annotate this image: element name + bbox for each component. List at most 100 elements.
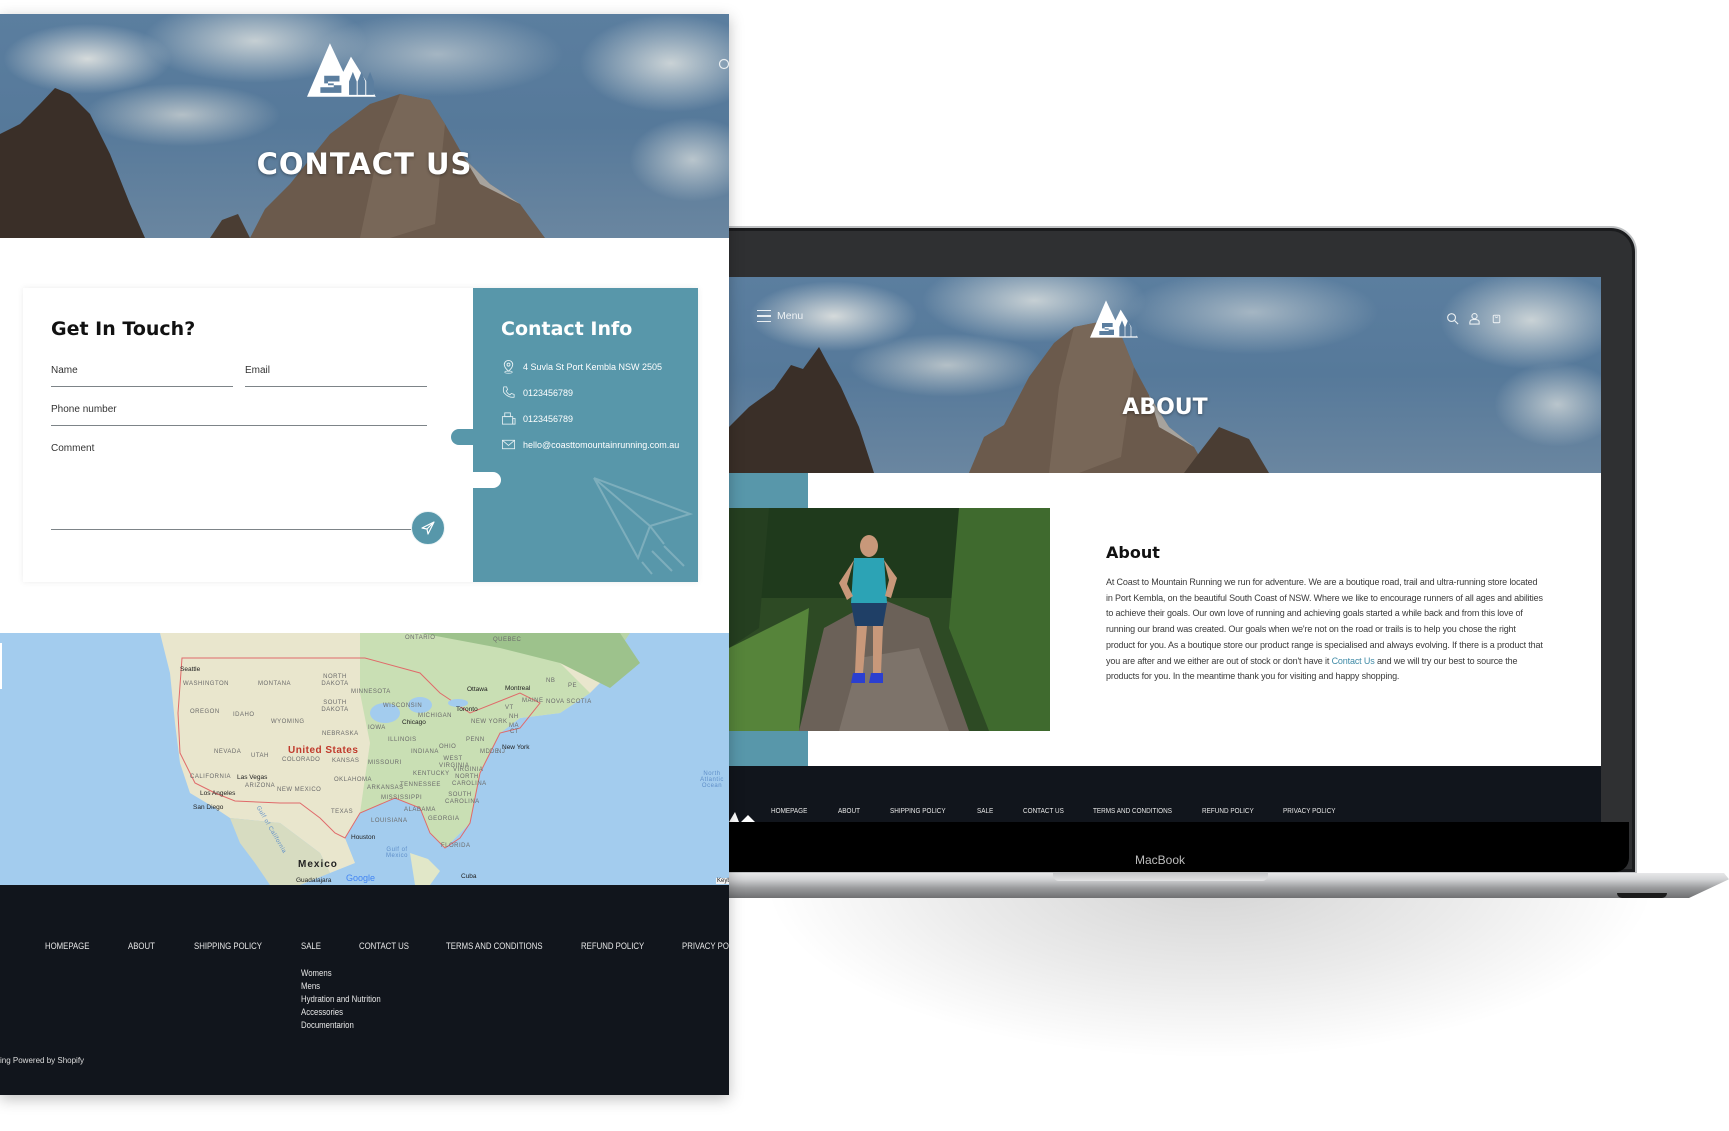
footer-link-refund[interactable]: REFUND POLICY: [1202, 806, 1254, 815]
map-state-label: VT: [505, 705, 514, 711]
search-icon[interactable]: [1446, 312, 1459, 325]
footer-link-terms[interactable]: TERMS AND CONDITIONS: [1093, 806, 1172, 815]
hamburger-icon: [757, 310, 771, 322]
about-hero: Menu ABOUT: [729, 277, 1601, 473]
cart-icon[interactable]: [1490, 312, 1503, 325]
contact-form: Get In Touch? Name Email Phone number Co…: [23, 288, 473, 582]
map-state-label: GEORGIA: [428, 816, 460, 822]
map-city-label: Seattle: [180, 666, 201, 673]
laptop-foot: [1617, 893, 1667, 898]
map-province-label: NB: [546, 678, 556, 684]
account-icon[interactable]: [1468, 312, 1481, 325]
map-province-label: NOVA SCOTIA: [546, 699, 592, 705]
comment-field: Comment: [51, 443, 427, 530]
map-state-label: MISSOURI: [368, 760, 402, 766]
laptop-shadow: [760, 880, 1660, 1060]
menu-button[interactable]: Menu: [757, 310, 803, 322]
map-city-label: Las Vegas: [237, 774, 268, 781]
map-state-label: KANSAS: [332, 758, 360, 764]
submenu-item-documentarion[interactable]: Documentarion: [301, 1019, 381, 1032]
footer-link-contact[interactable]: CONTACT US: [359, 941, 409, 952]
comment-label: Comment: [51, 443, 95, 454]
paper-plane-icon: [421, 521, 435, 535]
mountain-peaks-image: [729, 322, 1269, 473]
address-text: 4 Suvla St Port Kembla NSW 2505: [523, 361, 663, 372]
phone-input[interactable]: [51, 411, 427, 423]
decorative-tab: [473, 472, 501, 488]
map-state-label: SOUTH CAROLINA: [445, 792, 480, 805]
map-state-label: PENN: [466, 737, 485, 743]
contact-email: hello@coasttomountainrunning.com.au: [501, 437, 679, 452]
email-input[interactable]: [245, 372, 427, 384]
phone-text[interactable]: 0123456789: [523, 388, 573, 398]
map-state-label: WASHINGTON: [183, 681, 230, 687]
footer-link-privacy[interactable]: PRIVACY POLICY: [1283, 806, 1336, 815]
powered-by-text[interactable]: ing Powered by Shopify: [0, 1056, 84, 1065]
map-state-label: ARKANSAS: [367, 785, 404, 791]
footer-link-shipping[interactable]: SHIPPING POLICY: [890, 806, 946, 815]
brand-logo[interactable]: [307, 41, 393, 99]
footer-link-sale[interactable]: SALE: [977, 806, 993, 815]
name-input[interactable]: [51, 372, 233, 384]
map-state-label: IDAHO: [233, 712, 255, 718]
footer-link-contact[interactable]: CONTACT US: [1023, 806, 1064, 815]
brand-logo[interactable]: [1081, 299, 1159, 339]
location-pin-icon: [503, 359, 514, 374]
footer-link-shipping[interactable]: SHIPPING POLICY: [194, 941, 262, 952]
map-state-label: SOUTH DAKOTA: [321, 700, 349, 713]
send-button[interactable]: [411, 511, 445, 545]
contact-fax: 0123456789: [501, 411, 573, 426]
map-country-label: United States: [288, 745, 359, 756]
fax-icon: [501, 412, 516, 425]
map-water-label: Gulf of Mexico: [385, 847, 408, 859]
map-land: [150, 633, 729, 885]
menu-label: Menu: [777, 310, 804, 322]
map-state-label: FLORIDA: [441, 843, 471, 849]
footer-link-terms[interactable]: TERMS AND CONDITIONS: [446, 941, 543, 952]
contact-address: 4 Suvla St Port Kembla NSW 2505: [501, 359, 662, 374]
footer-link-privacy[interactable]: PRIVACY POLICY: [682, 941, 729, 952]
fax-text: 0123456789: [523, 413, 574, 424]
submenu-item-mens[interactable]: Mens: [301, 980, 381, 993]
footer-link-refund[interactable]: REFUND POLICY: [581, 941, 644, 952]
comment-textarea[interactable]: [51, 463, 427, 525]
map-state-label: COLORADO: [282, 757, 321, 763]
contact-phone: 0123456789: [501, 385, 573, 400]
phone-icon: [502, 386, 515, 398]
map-state-label: MONTANA: [258, 681, 292, 687]
map-state-label: INDIANA: [411, 749, 439, 755]
footer-link-about[interactable]: ABOUT: [128, 941, 155, 952]
about-footer: HOMEPAGE ABOUT SHIPPING POLICY SALE CONT…: [729, 766, 1601, 822]
email-link[interactable]: hello@coasttomountainrunning.com.au: [523, 440, 679, 450]
contact-hero-title: CONTACT US: [256, 147, 473, 181]
footer-link-homepage[interactable]: HOMEPAGE: [45, 941, 89, 952]
contact-info-panel: Contact Info 4 Suvla St Port Kembla NSW …: [451, 288, 698, 582]
map-state-label: NORTH CAROLINA: [452, 774, 487, 787]
map-city-label: Cuba: [461, 873, 477, 880]
runner-photo: [729, 508, 1050, 731]
map-state-label: WISCONSIN: [383, 703, 423, 709]
submenu-item-womens[interactable]: Womens: [301, 967, 381, 980]
search-icon[interactable]: [718, 58, 729, 72]
footer-link-sale[interactable]: SALE: [301, 941, 321, 952]
about-body-text: At Coast to Mountain Running we run for …: [1106, 575, 1546, 685]
map-city-label: Ottawa: [467, 686, 488, 693]
submenu-item-hydration[interactable]: Hydration and Nutrition: [301, 993, 381, 1006]
location-map[interactable]: WASHINGTON OREGON IDAHO MONTANA NORTH DA…: [0, 633, 729, 885]
map-city-label: Montreal: [505, 685, 531, 692]
map-city-label: New York: [502, 744, 530, 751]
map-state-label: OREGON: [190, 709, 220, 715]
map-control[interactable]: [0, 643, 2, 689]
about-section-title: About: [1106, 543, 1160, 562]
map-state-label: NEBRASKA: [322, 731, 359, 737]
contact-us-link[interactable]: Contact Us: [1332, 656, 1375, 666]
contact-card: Get In Touch? Name Email Phone number Co…: [23, 288, 698, 582]
submenu-item-accessories[interactable]: Accessories: [301, 1006, 381, 1019]
form-title: Get In Touch?: [51, 318, 196, 340]
footer-link-homepage[interactable]: HOMEPAGE: [771, 806, 807, 815]
map-city-label: San Diego: [193, 804, 224, 811]
google-logo[interactable]: Google: [346, 873, 375, 883]
map-state-label: CT: [510, 729, 519, 735]
footer-link-about[interactable]: ABOUT: [838, 806, 860, 815]
map-keyboard-shortcuts[interactable]: Keyb: [716, 878, 729, 884]
